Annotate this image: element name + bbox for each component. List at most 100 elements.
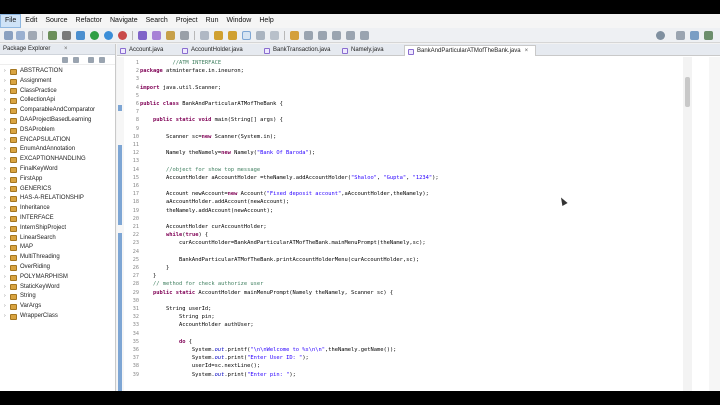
- menu-refactor[interactable]: Refactor: [72, 14, 106, 28]
- menu-search[interactable]: Search: [142, 14, 172, 28]
- tree-item[interactable]: › EnumAndAnnotation: [0, 145, 115, 155]
- menu-project[interactable]: Project: [172, 14, 202, 28]
- tree-item[interactable]: › CollectionApi: [0, 96, 115, 106]
- tree-item[interactable]: › OverRiding: [0, 263, 115, 273]
- code-line[interactable]: Scanner sc=new Scanner(System.in);: [140, 133, 276, 141]
- code-line[interactable]: String userId;: [140, 305, 211, 313]
- code-line[interactable]: System.out.printf("\n\nWelcome to %s\n\n…: [140, 346, 397, 354]
- editor-tab[interactable]: AccountHolder.java: [179, 45, 257, 56]
- code-line[interactable]: // method for check authorize user: [140, 280, 263, 288]
- back-icon[interactable]: [304, 31, 313, 40]
- code-line[interactable]: }: [140, 264, 169, 272]
- tree-item[interactable]: › EXCAPTIONHANDLING: [0, 155, 115, 165]
- new-package-icon[interactable]: [152, 31, 161, 40]
- code-line[interactable]: }: [140, 272, 156, 280]
- expand-arrow-icon[interactable]: ›: [4, 126, 9, 136]
- code-line[interactable]: aAccountHolder.addAccount(newAccount);: [140, 198, 289, 206]
- code-line[interactable]: while(true) {: [140, 231, 208, 239]
- code-area[interactable]: //ATM INTERFACE package atminterface.in.i…: [140, 57, 683, 391]
- expand-arrow-icon[interactable]: ›: [4, 145, 9, 155]
- code-line[interactable]: package atminterface.in.ineuron;: [140, 67, 244, 75]
- code-line[interactable]: import java.util.Scanner;: [140, 84, 221, 92]
- forward-icon[interactable]: [318, 31, 327, 40]
- code-line[interactable]: //ATM INTERFACE: [140, 59, 221, 67]
- expand-arrow-icon[interactable]: ›: [4, 106, 9, 116]
- tree-item[interactable]: › LinearSearch: [0, 234, 115, 244]
- search-icon[interactable]: [656, 31, 665, 40]
- editor-tab[interactable]: Account.java: [117, 45, 175, 56]
- expand-arrow-icon[interactable]: ›: [4, 96, 9, 106]
- tree-item[interactable]: › MAP: [0, 243, 115, 253]
- tree-item[interactable]: › FinalKeyWord: [0, 165, 115, 175]
- expand-arrow-icon[interactable]: ›: [4, 77, 9, 87]
- tree-item[interactable]: › HAS-A-RELATIONSHIP: [0, 194, 115, 204]
- toggle-mark-icon[interactable]: [200, 31, 209, 40]
- expand-arrow-icon[interactable]: ›: [4, 175, 9, 185]
- tree-item[interactable]: › DAAProjectBasedLearning: [0, 116, 115, 126]
- close-icon[interactable]: ×: [64, 44, 68, 55]
- menu-navigate[interactable]: Navigate: [106, 14, 142, 28]
- code-line[interactable]: curAccountHolder=BankAndParticularATMofT…: [140, 239, 426, 247]
- expand-arrow-icon[interactable]: ›: [4, 116, 9, 126]
- block-select-icon[interactable]: [256, 31, 265, 40]
- debug-perspective-icon[interactable]: [704, 31, 713, 40]
- menu-file[interactable]: File: [0, 14, 22, 28]
- tree-item[interactable]: › POLYMARPHISM: [0, 273, 115, 283]
- debug-icon[interactable]: [48, 31, 57, 40]
- expand-arrow-icon[interactable]: ›: [4, 136, 9, 146]
- code-line[interactable]: //object for show top message: [140, 166, 260, 174]
- scrollbar-thumb[interactable]: [685, 77, 690, 107]
- expand-arrow-icon[interactable]: ›: [4, 283, 9, 293]
- code-line[interactable]: Account newAccount=new Account("Fixed de…: [140, 190, 429, 198]
- menu-help[interactable]: Help: [255, 14, 277, 28]
- menu-edit[interactable]: Edit: [21, 14, 41, 28]
- pin-editor-icon[interactable]: [332, 31, 341, 40]
- expand-arrow-icon[interactable]: ›: [4, 155, 9, 165]
- expand-arrow-icon[interactable]: ›: [4, 273, 9, 283]
- code-line[interactable]: String pin;: [140, 313, 215, 321]
- new-icon[interactable]: [4, 31, 13, 40]
- tree-item[interactable]: › ENCAPSULATION: [0, 136, 115, 146]
- expand-arrow-icon[interactable]: ›: [4, 234, 9, 244]
- code-line[interactable]: AccountHolder aAccountHolder =theNamely.…: [140, 174, 439, 182]
- tree-item[interactable]: › ClassPractice: [0, 87, 115, 97]
- expand-arrow-icon[interactable]: ›: [4, 302, 9, 312]
- code-line[interactable]: public static void main(String[] args) {: [140, 116, 283, 124]
- tree-item[interactable]: › DSAProblem: [0, 126, 115, 136]
- expand-arrow-icon[interactable]: ›: [4, 263, 9, 273]
- menu-window[interactable]: Window: [222, 14, 255, 28]
- code-line[interactable]: System.out.print("Enter pin: ");: [140, 371, 296, 379]
- expand-arrow-icon[interactable]: ›: [4, 87, 9, 97]
- save-all-icon[interactable]: [28, 31, 37, 40]
- expand-arrow-icon[interactable]: ›: [4, 214, 9, 224]
- tree-item[interactable]: › FirstApp: [0, 175, 115, 185]
- code-line[interactable]: theNamely.addAccount(newAccount);: [140, 207, 273, 215]
- new-class-icon[interactable]: [138, 31, 147, 40]
- tree-item[interactable]: › ABSTRACTION: [0, 67, 115, 77]
- tree-item[interactable]: › MultiThreading: [0, 253, 115, 263]
- tree-item[interactable]: › InternShipProject: [0, 224, 115, 234]
- editor-tab[interactable]: BankTransaction.java: [261, 45, 335, 56]
- tree-item[interactable]: › WrapperClass: [0, 312, 115, 322]
- expand-arrow-icon[interactable]: ›: [4, 67, 9, 77]
- expand-arrow-icon[interactable]: ›: [4, 292, 9, 302]
- last-edit-icon[interactable]: [290, 31, 299, 40]
- next-annotation-icon[interactable]: [214, 31, 223, 40]
- tree-item[interactable]: › Assignment: [0, 77, 115, 87]
- editor-tab[interactable]: BankAndParticularATMofTheBank.java ×: [404, 45, 536, 56]
- perspective-icon[interactable]: [676, 31, 685, 40]
- expand-arrow-icon[interactable]: ›: [4, 165, 9, 175]
- expand-arrow-icon[interactable]: ›: [4, 204, 9, 214]
- tree-item[interactable]: › Inheritance: [0, 204, 115, 214]
- java-perspective-icon[interactable]: [690, 31, 699, 40]
- collapse-all-icon[interactable]: [62, 57, 68, 63]
- tree-item[interactable]: › StaticKeyWord: [0, 283, 115, 293]
- expand-arrow-icon[interactable]: ›: [4, 243, 9, 253]
- expand-arrow-icon[interactable]: ›: [4, 194, 9, 204]
- code-line[interactable]: userId=sc.nextLine();: [140, 362, 260, 370]
- tree-item[interactable]: › INTERFACE: [0, 214, 115, 224]
- menu-run[interactable]: Run: [202, 14, 223, 28]
- code-line[interactable]: AccountHolder curAccountHolder;: [140, 223, 267, 231]
- view-menu-icon[interactable]: [88, 57, 94, 63]
- run-config-icon[interactable]: [104, 31, 113, 40]
